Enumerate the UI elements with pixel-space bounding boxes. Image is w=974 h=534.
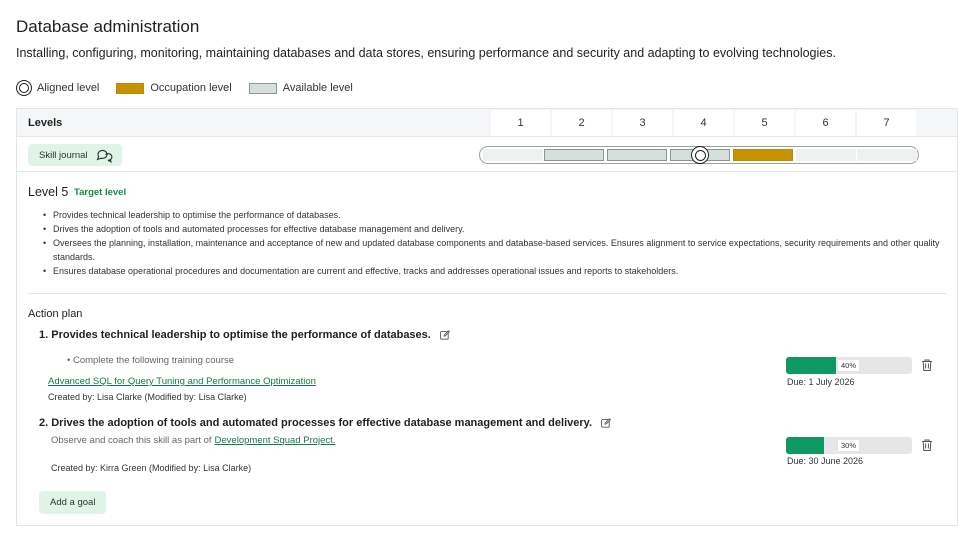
goal-2-detail: Observe and coach this skill as part of D… (51, 435, 335, 446)
goal-1-detail-text: Complete the following training course (72, 355, 235, 366)
level-number-4: 4 (674, 110, 733, 136)
skill-journal-label: Skill journal (39, 149, 88, 161)
levels-header: Levels 1 2 3 4 5 6 7 (17, 109, 957, 137)
goal-2-progress-bar: 30% (786, 437, 912, 454)
legend-available: Available level (248, 82, 353, 94)
goal-1-created: Created by: Lisa Clarke (Modified by: Li… (48, 392, 247, 402)
legend-occupation-label: Occupation level (150, 82, 232, 94)
legend-aligned-label: Aligned level (37, 82, 100, 94)
level-number-5: 5 (735, 110, 794, 136)
trash-icon[interactable] (920, 358, 934, 372)
target-level-badge: Target level (74, 187, 127, 198)
level-segment-5 (733, 149, 793, 161)
level-segment-3 (607, 149, 667, 161)
divider (28, 293, 946, 294)
goal-1-due-date: Due: 1 July 2026 (787, 377, 855, 387)
skill-level-row: Skill journal (17, 138, 957, 172)
level-number-3: 3 (613, 110, 672, 136)
goal-2-due-date: Due: 30 June 2026 (787, 456, 864, 466)
goal-2-title: 2. Drives the adoption of tools and auto… (39, 417, 612, 429)
legend-aligned: Aligned level (16, 80, 99, 96)
goal-2-project-link[interactable]: Development Squad Project. (215, 435, 336, 446)
goal-2-detail-text: Observe and coach this skill as part of (51, 435, 212, 446)
level-bullet: Oversees the planning, installation, mai… (43, 236, 951, 264)
goal-1-course-link[interactable]: Advanced SQL for Query Tuning and Perfor… (48, 376, 316, 387)
trash-icon[interactable] (920, 438, 934, 452)
goal-1-progress-fill (786, 357, 837, 374)
goal-1-detail: • Complete the following training course (67, 355, 234, 366)
legend: Aligned level Occupation level Available… (16, 80, 370, 96)
available-swatch (248, 82, 277, 94)
level-description: Provides technical leadership to optimis… (43, 208, 951, 278)
level-title: Level 5 (28, 185, 69, 199)
levels-label: Levels (28, 117, 63, 129)
level-number-1: 1 (491, 110, 550, 136)
add-goal-button[interactable]: Add a goal (39, 491, 107, 514)
legend-available-label: Available level (282, 82, 353, 94)
action-plan-title: Action plan (28, 308, 83, 320)
goal-2-progress-label: 30% (838, 440, 860, 451)
page-subtitle: Installing, configuring, monitoring, mai… (16, 46, 836, 60)
level-number-6: 6 (796, 110, 855, 136)
level-number-7: 7 (857, 110, 916, 136)
goal-1-progress-bar: 40% (786, 357, 912, 374)
level-segment-7 (857, 149, 917, 161)
occupation-swatch (116, 82, 145, 94)
goal-2-progress-fill (786, 437, 824, 454)
edit-icon[interactable] (439, 330, 450, 340)
level-bullet: Drives the adoption of tools and automat… (43, 222, 951, 236)
edit-icon[interactable] (601, 418, 612, 428)
page-title: Database administration (16, 17, 200, 36)
skill-journal-button[interactable]: Skill journal (28, 144, 122, 166)
level-bullet: Ensures database operational procedures … (43, 264, 951, 278)
legend-occupation: Occupation level (116, 82, 232, 94)
chat-bubbles-icon (96, 149, 112, 163)
aligned-level-icon (16, 80, 32, 96)
skill-panel: Levels 1 2 3 4 5 6 7 Skill journal Level… (16, 108, 958, 526)
goal-1-progress-label: 40% (838, 360, 860, 371)
level-bullet: Provides technical leadership to optimis… (43, 208, 951, 222)
goal-1-title: 1. Provides technical leadership to opti… (39, 329, 450, 341)
goal-2-created: Created by: Kirra Green (Modified by: Li… (51, 463, 252, 473)
level-segment-2 (544, 149, 604, 161)
goal-2-title-text: 2. Drives the adoption of tools and auto… (39, 417, 593, 429)
level-segment-1 (483, 149, 543, 161)
level-track (479, 146, 919, 164)
level-number-2: 2 (552, 110, 611, 136)
level-segment-6 (796, 149, 856, 161)
goal-1-title-text: 1. Provides technical leadership to opti… (39, 329, 431, 341)
aligned-level-marker (691, 146, 709, 164)
